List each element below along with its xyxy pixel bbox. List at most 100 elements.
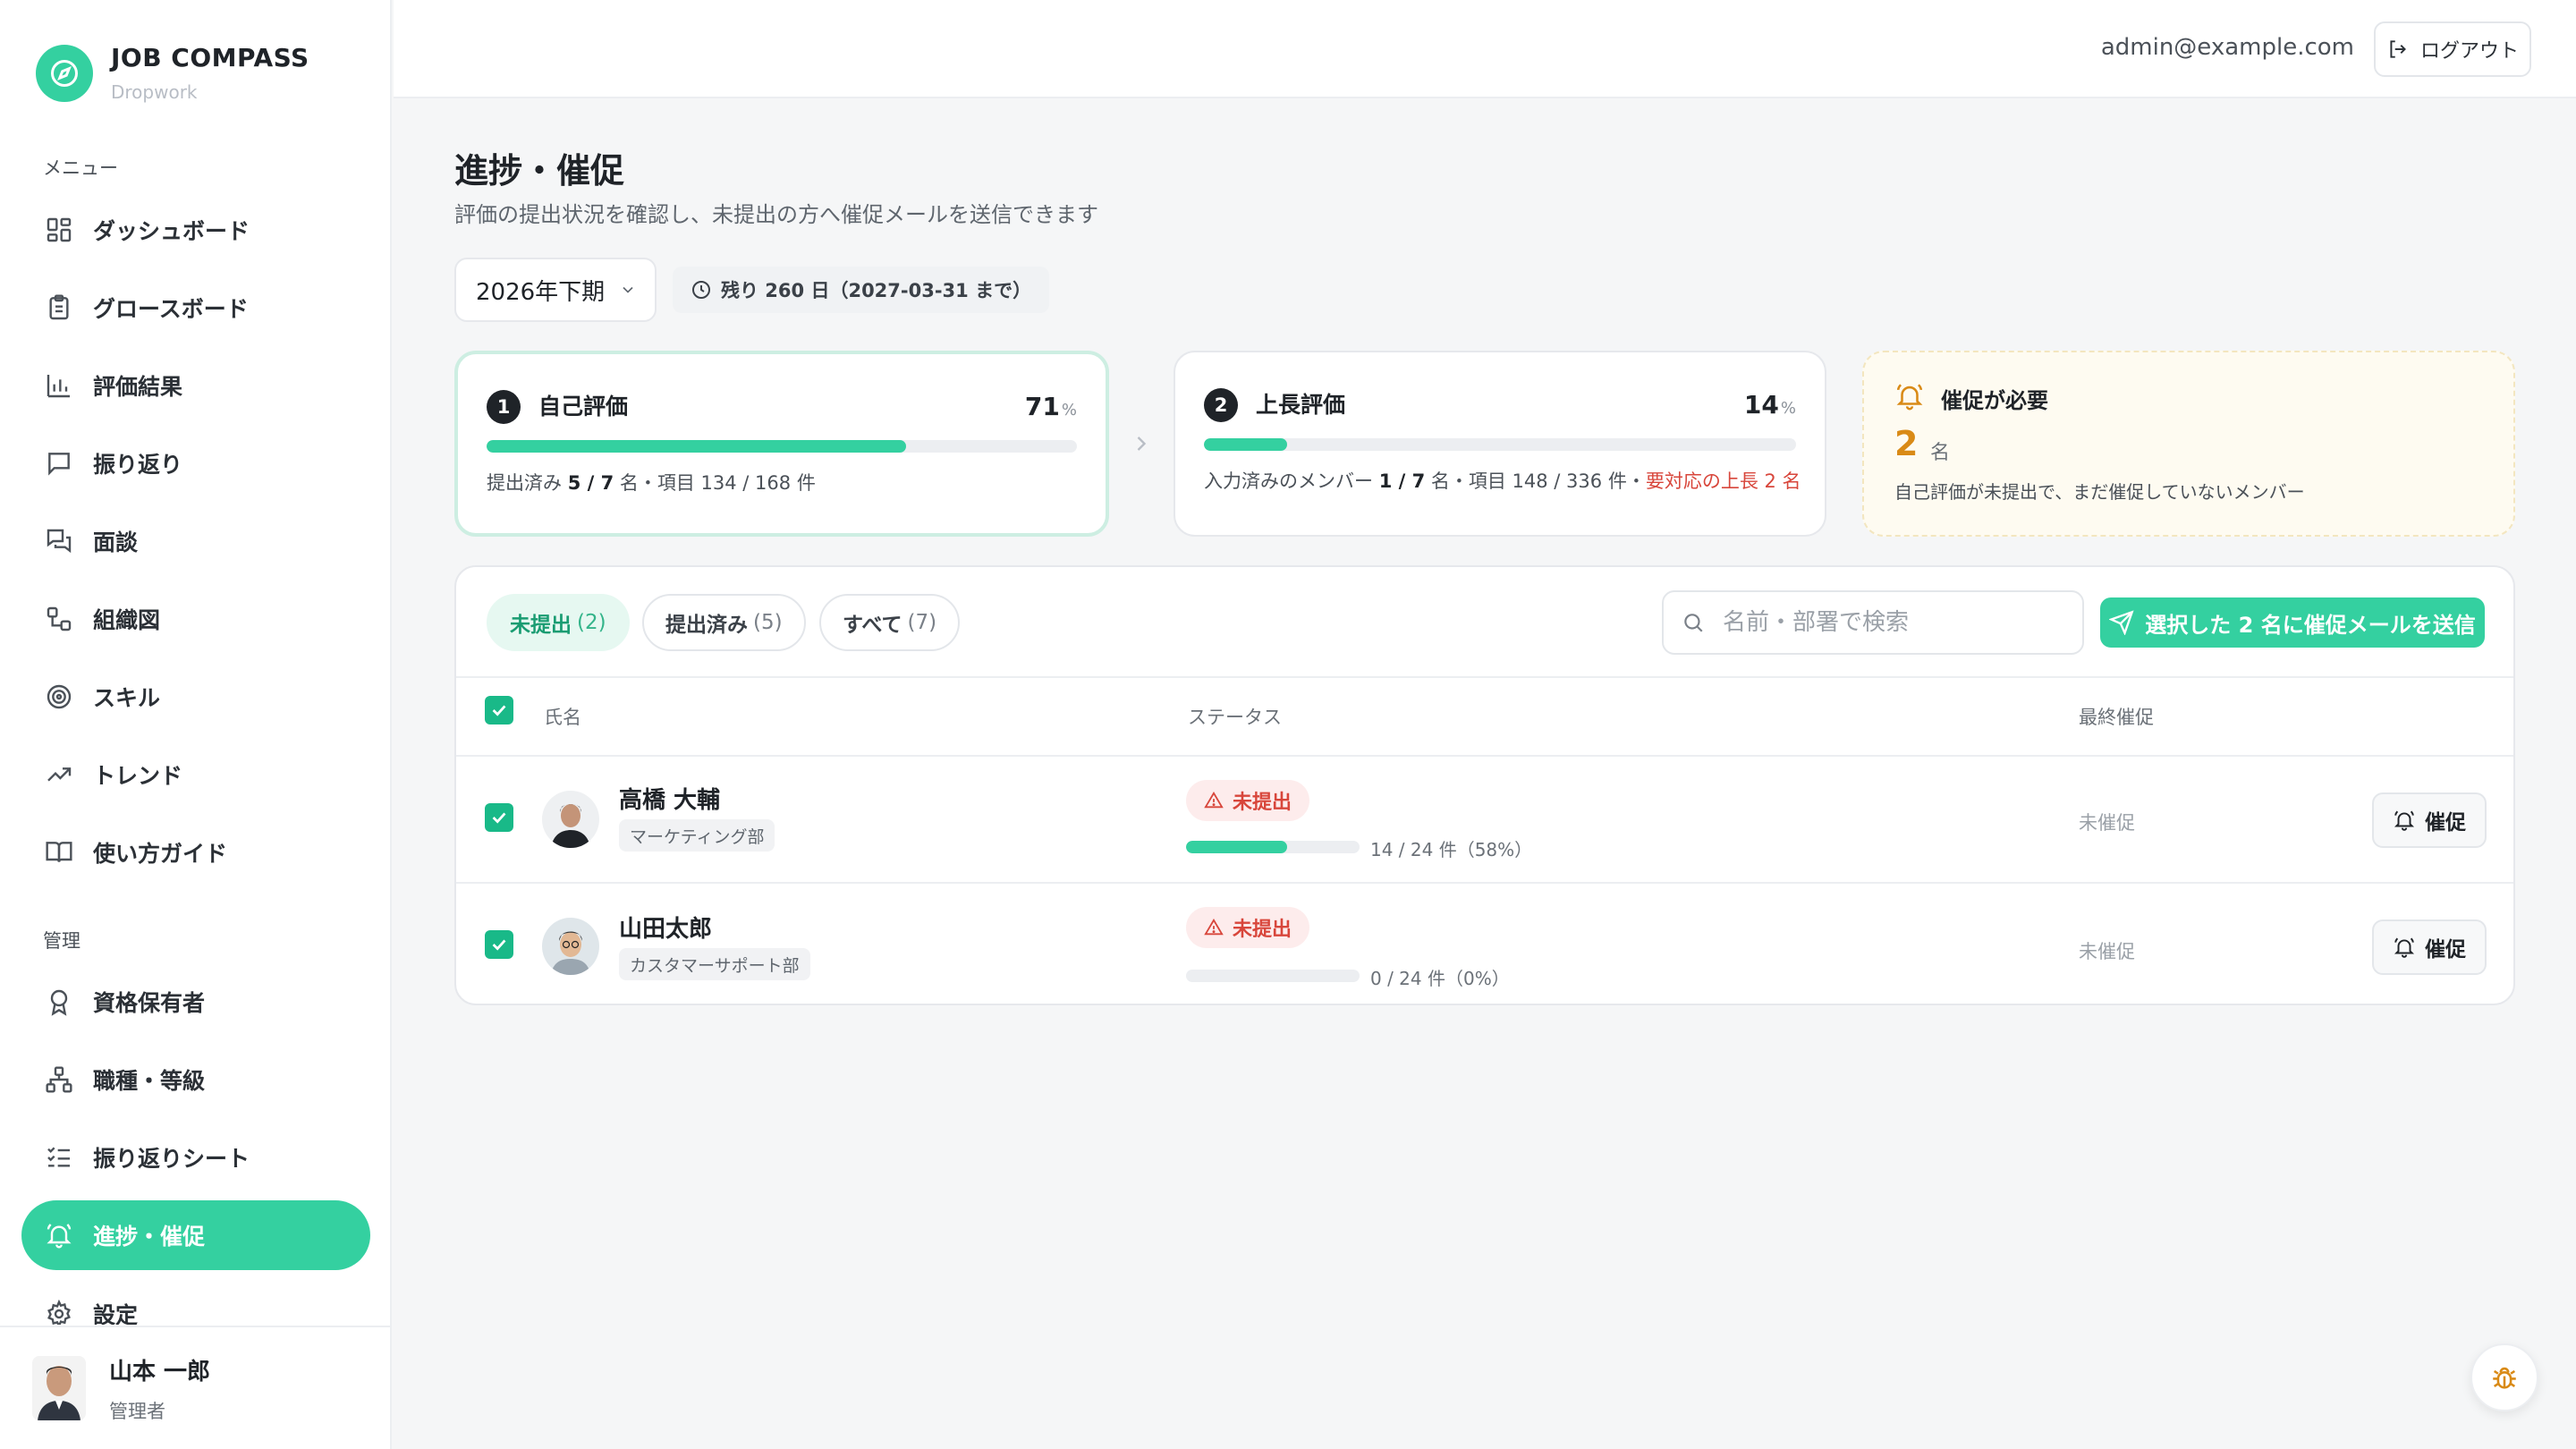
user-email: admin@example.com — [2100, 34, 2354, 61]
filter-tab-submitted[interactable]: 提出済み (5) — [642, 594, 806, 651]
alert-triangle-icon — [1204, 918, 1224, 937]
nav-evaluation-results[interactable]: 評価結果 — [21, 351, 370, 420]
logout-button[interactable]: ログアウト — [2374, 21, 2531, 77]
bell-icon — [1894, 381, 1925, 411]
brand-title: JOB COMPASS — [111, 43, 309, 72]
nav-label: 使い方ガイド — [93, 841, 228, 867]
remind-button[interactable]: 催促 — [2372, 919, 2487, 975]
book-icon — [43, 836, 75, 869]
nav-job-grade[interactable]: 職種・等級 — [21, 1045, 370, 1114]
nav-label: 振り返り — [93, 452, 183, 478]
nav-label: 振り返りシート — [93, 1146, 250, 1172]
nav-guide[interactable]: 使い方ガイド — [21, 818, 370, 887]
nav-label: 進捗・催促 — [93, 1224, 206, 1250]
column-header-status[interactable]: ステータス — [1188, 703, 1282, 730]
remaining-days-badge: 残り 260 日（2027-03-31 まで） — [673, 267, 1050, 313]
nav-reflection[interactable]: 振り返り — [21, 428, 370, 498]
bug-report-button[interactable] — [2470, 1343, 2538, 1411]
row-checkbox[interactable] — [485, 930, 513, 959]
avatar — [542, 918, 599, 975]
table-row: 山田太郎 カスタマーサポート部 未提出 0 / 24 件（0%） 未催促 催促 — [456, 882, 2513, 1004]
bell-icon — [2393, 936, 2416, 959]
compass-icon — [36, 45, 93, 102]
avatar — [542, 791, 599, 848]
hierarchy-icon — [43, 1063, 75, 1096]
org-chart-icon — [43, 603, 75, 635]
nav-label: 面談 — [93, 530, 139, 555]
search-input[interactable] — [1721, 608, 2061, 637]
chevron-right-icon — [1129, 431, 1154, 456]
row-progress-text: 14 / 24 件（58%） — [1370, 839, 1533, 860]
card-percent: 71% — [1024, 392, 1077, 421]
card-footnote: 入力済みのメンバー 1 / 7 名・項目 148 / 336 件・要対応の上長 … — [1204, 470, 1801, 492]
member-name: 山田太郎 — [619, 916, 713, 943]
filter-tab-not-submitted[interactable]: 未提出 (2) — [487, 594, 630, 651]
step-number: 1 — [487, 390, 521, 424]
column-header-name[interactable]: 氏名 — [544, 703, 581, 730]
department-tag: カスタマーサポート部 — [619, 948, 810, 980]
chevron-down-icon — [619, 281, 637, 299]
nav-settings[interactable]: 設定 — [21, 1278, 370, 1325]
trending-up-icon — [43, 758, 75, 791]
period-value: 2026年下期 — [476, 278, 606, 306]
award-icon — [43, 986, 75, 1018]
nav-growth-board[interactable]: グロースボード — [21, 273, 370, 343]
row-progress-fill — [1186, 841, 1287, 853]
remind-button[interactable]: 催促 — [2372, 792, 2487, 848]
table-header: 氏名 ステータス 最終催促 — [456, 676, 2513, 755]
nav-interview[interactable]: 面談 — [21, 506, 370, 576]
brand-subtitle: Dropwork — [111, 81, 198, 103]
card-title: 自己評価 — [538, 394, 629, 419]
nav-label: グロースボード — [93, 296, 249, 322]
nav-label: 職種・等級 — [93, 1068, 206, 1094]
search-box[interactable] — [1662, 590, 2084, 655]
nav-trend[interactable]: トレンド — [21, 740, 370, 809]
boss-evaluation-card: 2 上長評価 14% 入力済みのメンバー 1 / 7 名・項目 148 / 33… — [1174, 351, 1826, 537]
current-user[interactable]: 山本 一郎 管理者 — [0, 1326, 390, 1449]
nav-org-chart[interactable]: 組織図 — [21, 584, 370, 654]
alert-triangle-icon — [1204, 791, 1224, 810]
row-checkbox[interactable] — [485, 803, 513, 832]
reminder-needed-card: 催促が必要 2 名 自己評価が未提出で、まだ催促していないメンバー — [1862, 351, 2515, 537]
last-remind-value: 未催促 — [2079, 941, 2135, 962]
last-remind-value: 未催促 — [2079, 812, 2135, 834]
column-header-last-remind[interactable]: 最終催促 — [2079, 703, 2154, 730]
gear-icon — [43, 1298, 75, 1325]
user-name: 山本 一郎 — [109, 1358, 211, 1385]
target-icon — [43, 681, 75, 713]
messages-icon — [43, 525, 75, 557]
send-reminder-email-button[interactable]: 選択した 2 名に催促メールを送信 — [2100, 597, 2485, 648]
row-progress-bar — [1186, 970, 1360, 982]
clipboard-icon — [43, 292, 75, 324]
topbar: admin@example.com ログアウト — [394, 0, 2576, 98]
step-number: 2 — [1204, 388, 1238, 422]
nav-label: 評価結果 — [93, 374, 183, 400]
row-progress-text: 0 / 24 件（0%） — [1370, 968, 1510, 989]
nav-skills[interactable]: スキル — [21, 662, 370, 732]
bell-icon — [43, 1219, 75, 1251]
nav-dashboard[interactable]: ダッシュボード — [21, 195, 370, 265]
status-badge: 未提出 — [1186, 907, 1310, 948]
send-button-label: 選択した 2 名に催促メールを送信 — [2145, 612, 2476, 638]
select-all-checkbox[interactable] — [485, 696, 513, 724]
nav-label: トレンド — [93, 763, 183, 789]
search-icon — [1682, 611, 1705, 634]
nav-progress-reminder[interactable]: 進捗・催促 — [21, 1200, 370, 1270]
logout-label: ログアウト — [2419, 40, 2519, 63]
period-select[interactable]: 2026年下期 — [454, 258, 657, 322]
nav-certified[interactable]: 資格保有者 — [21, 967, 370, 1037]
brand[interactable]: JOB COMPASS Dropwork — [36, 41, 309, 103]
filter-tab-all[interactable]: すべて (7) — [819, 594, 961, 651]
nav-reflection-sheet[interactable]: 振り返りシート — [21, 1123, 370, 1192]
member-table-panel: 未提出(2) 提出済み(5) すべて(7) 選択した 2 名に催促メールを送信 … — [454, 565, 2515, 1005]
card-percent: 14% — [1743, 390, 1796, 419]
remaining-days-text: 残り 260 日（2027-03-31 まで） — [721, 280, 1032, 301]
bar-chart-icon — [43, 369, 75, 402]
warning-text: 要対応の上長 2 名 — [1645, 470, 1801, 492]
card-footnote: 提出済み 5 / 7 名・項目 134 / 168 件 — [487, 472, 816, 494]
nav-label: 設定 — [93, 1302, 139, 1325]
card-title: 上長評価 — [1256, 392, 1346, 418]
page-title: 進捗・催促 — [454, 151, 625, 191]
nav-label: 組織図 — [93, 607, 161, 633]
user-role: 管理者 — [109, 1400, 165, 1422]
